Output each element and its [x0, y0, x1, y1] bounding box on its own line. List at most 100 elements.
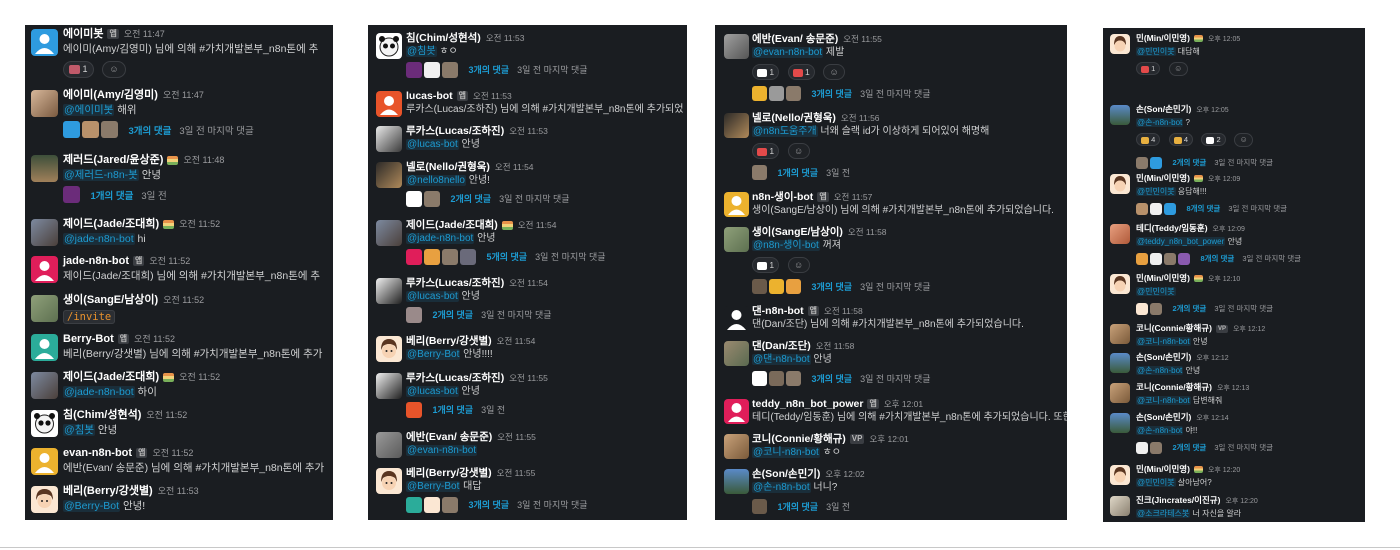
user-mention[interactable]: @제러드-n8n-봇: [63, 169, 139, 181]
add-reaction-icon[interactable]: ☺: [823, 63, 846, 80]
avatar[interactable]: [1110, 105, 1130, 125]
sender-name[interactable]: 민(Min/이민영): [1136, 33, 1190, 43]
add-reaction-icon[interactable]: ☺: [101, 61, 126, 79]
reaction[interactable]: 1: [63, 61, 94, 79]
user-mention[interactable]: @손-n8n-bot: [1136, 118, 1184, 127]
avatar[interactable]: [1110, 353, 1130, 373]
thread-count[interactable]: 2개의 댓글: [450, 194, 491, 204]
timestamp[interactable]: 오후 12:05: [1196, 107, 1228, 114]
sender-name[interactable]: 민(Min/이민영): [1136, 173, 1190, 183]
timestamp[interactable]: 오전 11:55: [497, 468, 536, 478]
avatar[interactable]: [1110, 224, 1130, 244]
timestamp[interactable]: 오전 11:58: [848, 227, 887, 237]
timestamp[interactable]: 오전 11:55: [497, 432, 536, 442]
avatar[interactable]: [724, 34, 749, 59]
timestamp[interactable]: 오후 12:09: [1213, 226, 1245, 233]
avatar[interactable]: [376, 33, 402, 59]
avatar[interactable]: [31, 448, 58, 475]
timestamp[interactable]: 오전 11:52: [163, 295, 204, 305]
timestamp[interactable]: 오후 12:20: [1208, 467, 1240, 474]
timestamp[interactable]: 오전 11:58: [816, 341, 855, 351]
timestamp[interactable]: 오후 12:12: [1233, 326, 1265, 333]
timestamp[interactable]: 오전 11:52: [179, 372, 220, 382]
avatar[interactable]: [1110, 383, 1130, 403]
avatar[interactable]: [1110, 174, 1130, 194]
thread-replies[interactable]: 3개의 댓글 3일 전 마지막 댓글: [752, 370, 1067, 388]
avatar[interactable]: [31, 90, 58, 117]
reaction[interactable]: 1: [752, 256, 780, 273]
sender-name[interactable]: evan-n8n-bot: [63, 447, 132, 459]
timestamp[interactable]: 오전 11:52: [179, 219, 220, 229]
timestamp[interactable]: 오전 11:47: [124, 29, 165, 39]
avatar[interactable]: [376, 468, 402, 494]
sender-name[interactable]: 침(Chim/성현석): [63, 409, 141, 421]
avatar[interactable]: [1110, 34, 1130, 54]
timestamp[interactable]: 오전 11:57: [834, 192, 873, 202]
sender-name[interactable]: teddy_n8n_bot_power: [752, 398, 863, 410]
user-mention[interactable]: @민민이봇: [1136, 287, 1176, 296]
sender-name[interactable]: 코니(Connie/황해규): [1136, 382, 1212, 392]
avatar[interactable]: [376, 126, 402, 152]
sender-name[interactable]: 베리(Berry/강샛별): [406, 467, 492, 479]
sender-name[interactable]: 생이(SangE/남상이): [752, 226, 843, 238]
timestamp[interactable]: 오후 12:01: [884, 399, 923, 409]
thread-count[interactable]: 2개의 댓글: [1172, 443, 1206, 452]
thread-count[interactable]: 8개의 댓글: [1186, 204, 1220, 213]
user-mention[interactable]: @nello8nello: [406, 175, 466, 186]
user-mention[interactable]: @Berry-Bot: [406, 349, 461, 360]
avatar[interactable]: [31, 372, 58, 399]
avatar[interactable]: [724, 113, 749, 138]
user-mention[interactable]: @lucas-bot: [406, 386, 459, 397]
avatar[interactable]: [724, 399, 749, 424]
sender-name[interactable]: 에이미봇: [63, 28, 103, 40]
avatar[interactable]: [31, 29, 58, 56]
timestamp[interactable]: 오후 12:09: [1208, 176, 1240, 183]
thread-count[interactable]: 1개의 댓글: [777, 168, 818, 178]
sender-name[interactable]: jade-n8n-bot: [63, 255, 129, 267]
user-mention[interactable]: @Berry-Bot: [406, 481, 461, 492]
reaction[interactable]: 1: [787, 63, 815, 80]
sender-name[interactable]: 민(Min/이민영): [1136, 464, 1190, 474]
thread-replies[interactable]: 2개의 댓글 3일 전 마지막 댓글: [1136, 300, 1365, 318]
thread-count[interactable]: 3개의 댓글: [811, 374, 852, 384]
timestamp[interactable]: 오전 11:56: [841, 113, 880, 123]
user-mention[interactable]: @에이미봇: [63, 104, 115, 116]
sender-name[interactable]: 베리(Berry/강샛별): [406, 335, 492, 347]
user-mention[interactable]: @jade-n8n-bot: [63, 233, 135, 245]
sender-name[interactable]: 에반(Evan/ 송문준): [406, 431, 492, 443]
timestamp[interactable]: 오전 11:52: [146, 410, 187, 420]
avatar[interactable]: [724, 306, 749, 331]
thread-replies[interactable]: 8개의 댓글 3일 전 마지막 댓글: [1136, 200, 1365, 218]
timestamp[interactable]: 오전 11:53: [509, 126, 548, 136]
timestamp[interactable]: 오전 11:55: [509, 373, 548, 383]
sender-name[interactable]: 댄-n8n-bot: [752, 305, 804, 317]
timestamp[interactable]: 오후 12:05: [1208, 36, 1240, 43]
sender-name[interactable]: 루카스(Lucas/조하진): [406, 277, 504, 289]
user-mention[interactable]: @민민이봇: [1136, 47, 1176, 56]
sender-name[interactable]: 코니(Connie/황해규): [1136, 323, 1212, 333]
add-reaction-icon[interactable]: ☺: [1234, 132, 1254, 147]
thread-count[interactable]: 5개의 댓글: [486, 252, 527, 262]
sender-name[interactable]: 제이드(Jade/조대희): [406, 219, 498, 231]
avatar[interactable]: [31, 295, 58, 322]
sender-name[interactable]: 베리(Berry/강샛별): [63, 485, 153, 497]
sender-name[interactable]: 민(Min/이민영): [1136, 273, 1190, 283]
thread-replies[interactable]: 8개의 댓글 3일 전 마지막 댓글: [1136, 250, 1365, 268]
user-mention[interactable]: @손-n8n-bot: [752, 482, 811, 493]
timestamp[interactable]: 오전 11:54: [495, 162, 534, 172]
timestamp[interactable]: 오후 12:20: [1225, 498, 1257, 505]
timestamp[interactable]: 오전 11:52: [149, 256, 190, 266]
timestamp[interactable]: 오후 12:14: [1196, 415, 1228, 422]
thread-count[interactable]: 2개의 댓글: [1172, 304, 1206, 313]
timestamp[interactable]: 오전 11:52: [152, 448, 193, 458]
sender-name[interactable]: 제러드(Jared/윤상준): [63, 154, 163, 166]
timestamp[interactable]: 오후 12:12: [1196, 355, 1228, 362]
thread-count[interactable]: 1개의 댓글: [432, 405, 473, 415]
add-reaction-icon[interactable]: ☺: [787, 142, 810, 159]
thread-replies[interactable]: 3개의 댓글 3일 전 마지막 댓글: [406, 61, 687, 79]
sender-name[interactable]: 손(Son/손민기): [1136, 104, 1191, 114]
reaction[interactable]: 4: [1168, 133, 1193, 147]
user-mention[interactable]: @소크라테스봇: [1136, 509, 1191, 518]
sender-name[interactable]: 침(Chim/성현석): [406, 32, 481, 44]
avatar[interactable]: [376, 336, 402, 362]
